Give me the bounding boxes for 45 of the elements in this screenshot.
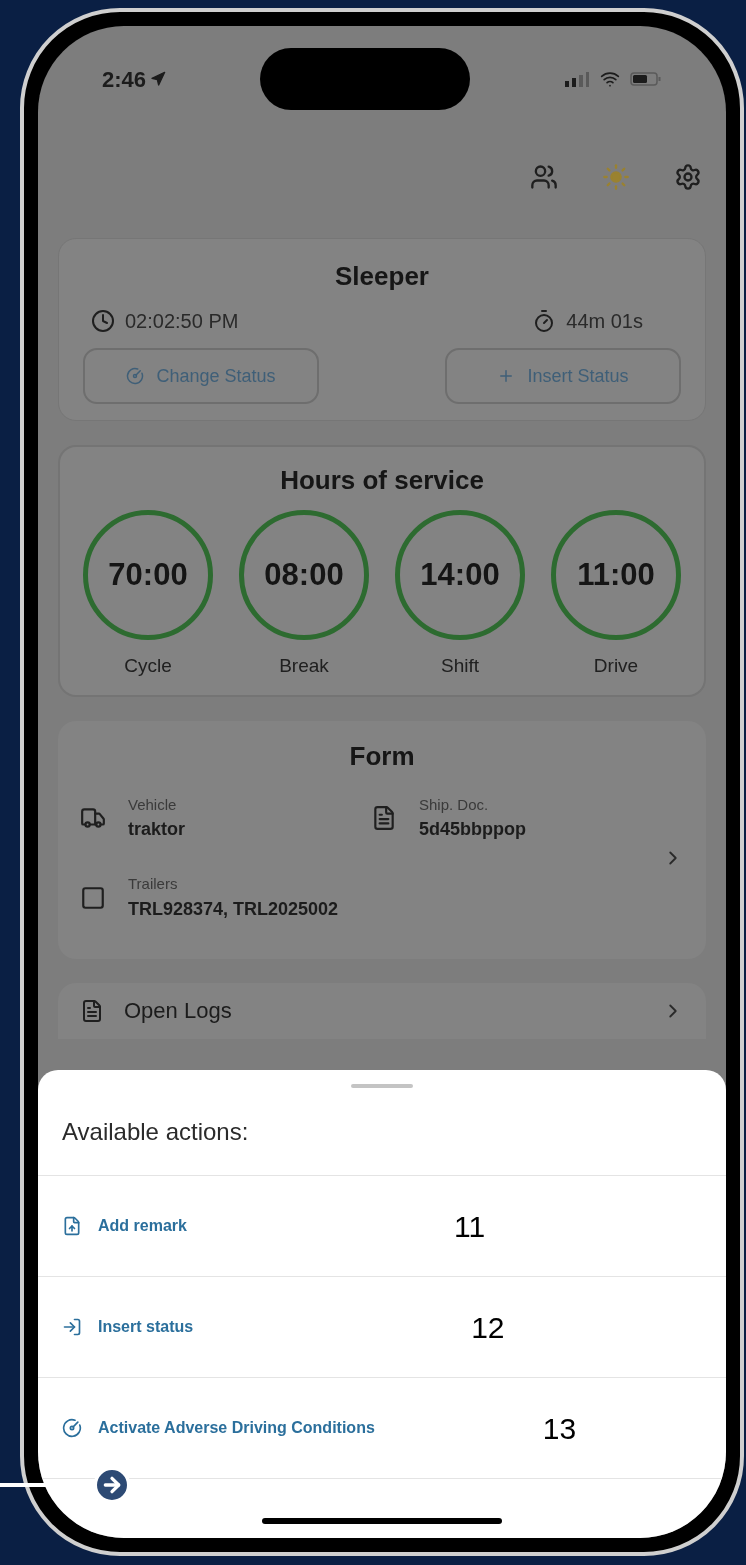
field-value: traktor (128, 818, 185, 841)
gauge-icon (126, 367, 145, 385)
field-label: Ship. Doc. (419, 794, 490, 815)
action-item[interactable]: Insert status (62, 1315, 194, 1339)
users-icon[interactable] (530, 163, 558, 191)
field-value: 5d45bbppop (419, 818, 526, 841)
rectangle-icon (80, 884, 106, 911)
timer-value: 14:00 (420, 555, 500, 594)
clock-icon (91, 309, 115, 333)
insert-icon (62, 1317, 82, 1337)
duration: 44m 01s (566, 309, 643, 334)
timer-label: Break (279, 654, 329, 678)
battery-icon (630, 71, 662, 87)
form-card[interactable]: Form Vehicle traktor Ship. Doc. 5d45bbppop Trailers TRL928374, TRL2025002 (58, 720, 706, 959)
annotation-number: 11 (453, 1208, 486, 1245)
open-logs-label: Open Logs (124, 997, 233, 1025)
location-icon (150, 71, 167, 87)
sheet-title: Available actions: (62, 1116, 249, 1147)
status-title: Sleeper (335, 260, 429, 293)
wifi-icon (600, 69, 620, 89)
annotation-number: 12 (471, 1309, 505, 1346)
signal-icon (564, 71, 590, 87)
field-value: TRL928374, TRL2025002 (128, 897, 339, 921)
timer-label: Drive (593, 654, 639, 678)
file-icon (62, 1216, 82, 1236)
timer-label: Shift (441, 654, 479, 678)
annotation-number: 13 (542, 1410, 577, 1447)
timer-value: 08:00 (264, 555, 344, 594)
document-icon (371, 805, 397, 832)
timer-label: Cycle (124, 654, 172, 678)
field-label: Vehicle (128, 794, 178, 815)
field-label: Trailers (128, 874, 179, 894)
action-item[interactable]: Add remark (62, 1214, 187, 1238)
start-time: 02:02:50 PM (125, 309, 239, 334)
timer-value: 70:00 (108, 555, 188, 594)
timer-value: 11:00 (577, 555, 655, 594)
status-time: 2:46 (102, 65, 147, 94)
form-title: Form (349, 739, 415, 773)
log-icon (80, 998, 104, 1023)
settings-icon[interactable] (674, 163, 702, 191)
open-logs-row[interactable]: Open Logs (58, 982, 706, 1039)
action-item[interactable]: Activate Adverse Driving Conditions (62, 1416, 375, 1440)
hours-title: Hours of service (280, 464, 484, 497)
gauge-icon (62, 1418, 82, 1438)
drag-handle[interactable] (351, 1084, 413, 1088)
